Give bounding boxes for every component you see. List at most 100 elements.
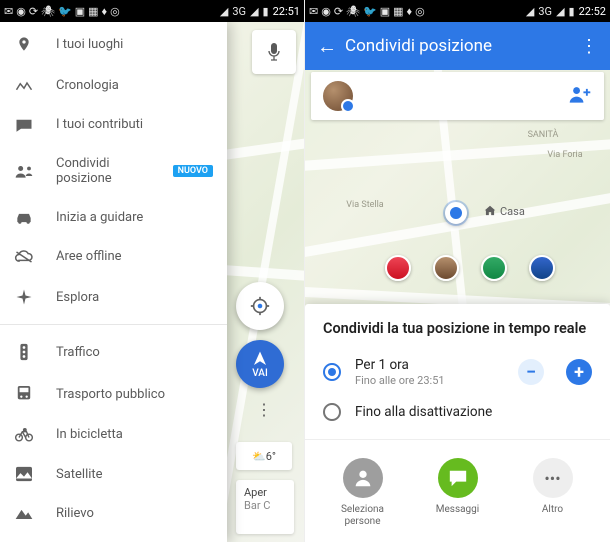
contact-avatar[interactable] [385,255,411,281]
layer-traffic[interactable]: Traffico [0,331,227,373]
msg-icon: ✉ [4,5,13,18]
share-label: Altro [542,504,563,516]
user-avatar [323,81,353,111]
menu-share-location[interactable]: Condividi posizione NUOVO [0,144,227,198]
menu-explore[interactable]: Esplora [0,276,227,318]
share-bottom-sheet: Condividi la tua posizione in tempo real… [305,304,610,542]
share-location-icon [14,164,34,178]
appbar-title: Condividi posizione [345,36,580,56]
card-line1: Aper [244,486,286,499]
net-label: 3G [232,5,246,18]
layer-bike[interactable]: In bicicletta [0,415,227,454]
car-icon [14,211,34,225]
transit-icon [14,385,34,403]
option-primary: Fino alla disattivazione [355,404,592,420]
weather-chip[interactable]: ⛅ 6° [236,442,292,470]
box-icon: ▣ [75,5,85,18]
globe-icon: ◉ [321,5,331,18]
menu-label: Esplora [56,290,99,305]
status-bar-left: ✉ ◉ ⟳ 🕷 🐦 ▣ ▦ ♦ ◎ ◢ 3G ◢ ▮ 22:51 [0,0,304,22]
map-menu-dots[interactable]: ⋮ [256,400,272,419]
my-location-pin [445,202,467,224]
timeline-icon [14,80,34,92]
crosshair-icon [249,295,271,317]
bottom-place-card[interactable]: Aper Bar C [236,480,294,534]
clock: 22:51 [273,5,300,18]
satellite-icon [14,466,34,482]
menu-label: I tuoi luoghi [56,37,123,52]
option-primary: Per 1 ora [355,357,496,373]
net-label: 3G [538,5,552,18]
menu-contributions[interactable]: I tuoi contributi [0,105,227,144]
menu-your-places[interactable]: I tuoi luoghi [0,22,227,66]
menu-offline-areas[interactable]: Aree offline [0,237,227,276]
share-more[interactable]: ••• Altro [513,458,593,528]
layer-terrain[interactable]: Rilievo [0,494,227,533]
people-card[interactable] [311,72,604,120]
add-person-button[interactable] [568,84,592,108]
share-label: Seleziona persone [323,504,403,528]
compass-icon [14,288,34,306]
card-line2: Bar C [244,499,286,512]
home-pin[interactable]: Casa [483,204,525,218]
go-navigate-button[interactable]: VAI [236,340,284,388]
share-select-people[interactable]: Seleziona persone [323,458,403,528]
navigation-drawer: I tuoi luoghi Cronologia I tuoi contribu… [0,22,227,542]
layer-transit[interactable]: Trasporto pubblico [0,373,227,415]
voice-search-button[interactable] [252,30,296,74]
decrease-time-button[interactable]: − [518,359,544,385]
layer-label: Rilievo [56,506,94,521]
layer-google-earth[interactable]: Google Earth [0,533,227,542]
microphone-icon [266,42,282,62]
contact-avatar[interactable] [433,255,459,281]
menu-label: Condividi posizione [56,156,147,186]
go-label: VAI [252,368,268,379]
cloud-off-icon [14,250,34,264]
globe-icon: ◉ [16,5,26,18]
increase-time-button[interactable]: + [566,359,592,385]
msg-icon: ✉ [309,5,318,18]
box-icon: ▣ [380,5,390,18]
signal-icon: ◢ [250,5,258,18]
battery-icon: ▮ [569,5,575,18]
layer-label: Satellite [56,467,103,482]
road-label: Via Foria [547,150,582,160]
gps-icon: ◎ [110,5,120,18]
clock: 22:52 [579,5,606,18]
layer-satellite[interactable]: Satellite [0,454,227,494]
back-button[interactable]: ← [317,34,345,59]
radio-checked-icon [323,363,341,381]
radio-unchecked-icon [323,403,341,421]
menu-label: Cronologia [56,78,119,93]
bird-icon: 🐦 [363,5,377,18]
option-secondary: Fino alle ore 23:51 [355,374,496,387]
share-messages[interactable]: Messaggi [418,458,498,528]
status-bar-right: ✉ ◉ ⟳ 🕷 🐦 ▣ ▦ ♦ ◎ ◢ 3G ◢ ▮ 22:52 [305,0,610,22]
menu-timeline[interactable]: Cronologia [0,66,227,105]
drop-icon: ♦ [102,5,108,18]
contact-avatar[interactable] [481,255,507,281]
appbar: ← Condividi posizione ⋮ [305,22,610,70]
menu-start-driving[interactable]: Inizia a guidare [0,198,227,237]
option-for-1-hour[interactable]: Per 1 ora Fino alle ore 23:51 − + [305,349,610,395]
traffic-icon [14,343,34,361]
sync-icon: ⟳ [334,5,343,18]
contact-avatar[interactable] [529,255,555,281]
bug-icon: 🕷 [346,5,360,18]
signal-icon: ◢ [556,5,564,18]
contrib-icon [14,118,34,132]
option-until-off[interactable]: Fino alla disattivazione [305,395,610,429]
badge-new: NUOVO [173,165,213,177]
wifi-icon: ◢ [220,5,228,18]
locate-me-button[interactable] [236,282,284,330]
more-icon: ••• [533,458,573,498]
phone-left: ✉ ◉ ⟳ 🕷 🐦 ▣ ▦ ♦ ◎ ◢ 3G ◢ ▮ 22:51 VAI [0,0,305,542]
bug-icon: 🕷 [41,5,55,18]
terrain-icon [14,508,34,520]
sync-icon: ⟳ [29,5,38,18]
bike-icon [14,428,34,442]
share-label: Messaggi [436,504,479,516]
appbar-more-button[interactable]: ⋮ [580,36,598,57]
bird-icon: 🐦 [58,5,72,18]
person-icon [343,458,383,498]
